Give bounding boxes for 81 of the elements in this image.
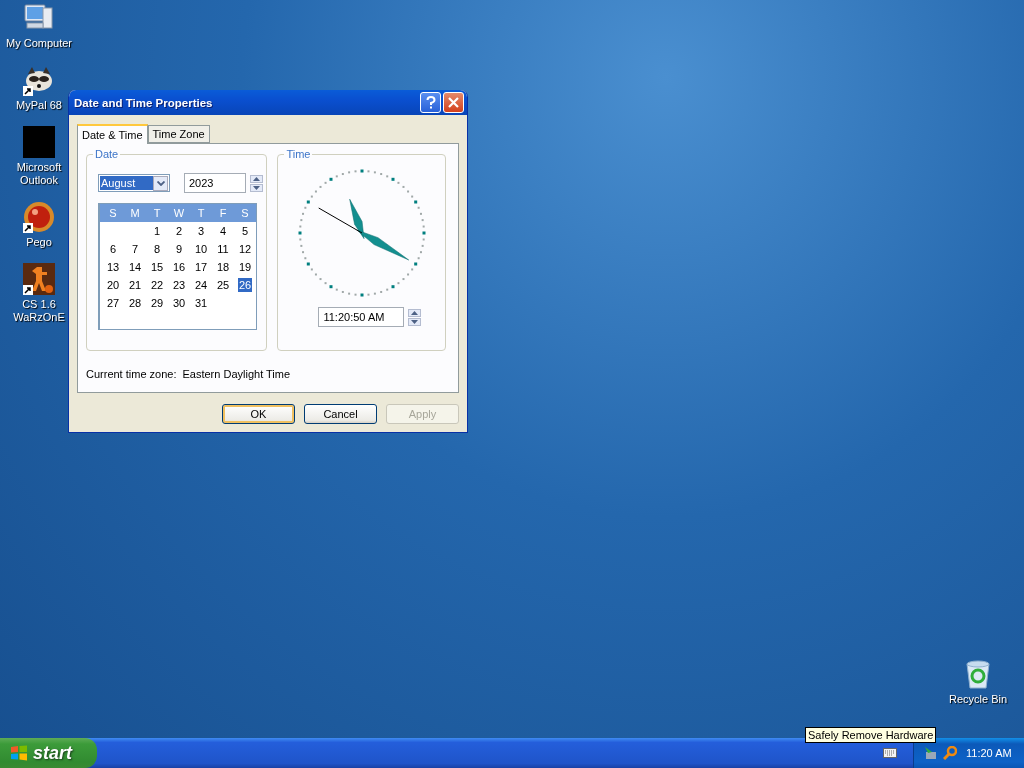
soldier-icon	[23, 263, 55, 295]
calendar-day[interactable]: 19	[237, 260, 253, 274]
month-dropdown[interactable]: August	[98, 174, 170, 192]
ball-icon	[23, 201, 55, 233]
weekday-label: F	[218, 207, 228, 219]
calendar-day[interactable]: 16	[171, 260, 187, 274]
calendar-day[interactable]: 4	[218, 224, 228, 238]
close-button[interactable]	[443, 92, 464, 113]
tooltip: Safely Remove Hardware	[805, 727, 937, 743]
timezone-label: Current time zone:	[86, 368, 177, 380]
down-arrow-icon	[253, 185, 260, 190]
spin-up-button[interactable]	[408, 308, 422, 317]
calendar-day[interactable]: 7	[130, 242, 140, 256]
up-arrow-icon	[253, 176, 260, 181]
help-icon	[425, 96, 436, 109]
calendar-day[interactable]: 25	[215, 278, 231, 292]
calendar-day[interactable]: 14	[127, 260, 143, 274]
calendar-day[interactable]: 28	[127, 296, 143, 310]
calendar-day[interactable]: 31	[193, 296, 209, 310]
tab[interactable]: Date & Time	[77, 124, 148, 144]
year-field[interactable]: 2023	[184, 173, 246, 193]
desktop-icon-label[interactable]: My Computer	[6, 37, 72, 50]
calendar-day[interactable]: 2	[174, 224, 184, 238]
weekday-label: T	[152, 207, 162, 219]
windows-flag-icon	[10, 745, 28, 761]
spin-up-button[interactable]	[250, 174, 263, 183]
time-field[interactable]: 11:20:50 AM	[318, 307, 405, 327]
start-button[interactable]: start	[0, 738, 97, 768]
weekday-label: T	[196, 207, 206, 219]
calendar-day[interactable]: 27	[105, 296, 121, 310]
hardware-icon[interactable]	[924, 746, 938, 760]
window-title: Date and Time Properties	[74, 96, 214, 109]
spin-down-button[interactable]	[408, 317, 422, 326]
calendar-day[interactable]: 12	[237, 242, 253, 256]
dialog-button[interactable]: Cancel	[304, 404, 377, 424]
calendar-day[interactable]: 9	[174, 242, 184, 256]
desktop-icon-label[interactable]: Recycle Bin	[948, 693, 1008, 706]
calendar-day[interactable]: 13	[105, 260, 121, 274]
calendar-day[interactable]: 10	[193, 242, 209, 256]
help-button[interactable]	[420, 92, 441, 113]
calendar-day[interactable]: 22	[149, 278, 165, 292]
shortcut-arrow-icon	[23, 285, 33, 295]
calendar-day[interactable]: 17	[193, 260, 209, 274]
calendar-day[interactable]: 18	[215, 260, 231, 274]
up-arrow-icon	[411, 310, 419, 315]
calendar-day[interactable]: 21	[127, 278, 143, 292]
app-icon	[23, 126, 55, 158]
weekday-label: W	[172, 207, 186, 219]
calendar-day[interactable]: 23	[171, 278, 187, 292]
close-icon	[448, 97, 459, 108]
calendar-day[interactable]: 5	[240, 224, 250, 238]
calendar-day[interactable]: 15	[149, 260, 165, 274]
chevron-down-icon	[156, 180, 165, 186]
timezone-value: Eastern Daylight Time	[182, 368, 291, 380]
calendar-day[interactable]: 24	[193, 278, 209, 292]
calendar-day[interactable]: 1	[152, 224, 162, 238]
calendar-day[interactable]: 3	[196, 224, 206, 238]
weekday-label: S	[240, 207, 250, 219]
spin-down-button[interactable]	[250, 183, 263, 192]
calendar-day[interactable]: 29	[149, 296, 165, 310]
calendar-day[interactable]: 11	[216, 242, 230, 256]
calendar-day[interactable]: 30	[171, 296, 187, 310]
desktop-icon-label[interactable]: MyPal 68	[16, 99, 62, 112]
shortcut-arrow-icon	[23, 223, 33, 233]
down-arrow-icon	[411, 319, 419, 324]
group-label: Date	[93, 148, 121, 160]
calendar-day[interactable]: 20	[105, 278, 121, 292]
taskbar-clock[interactable]: 11:20 AM	[966, 747, 1012, 759]
shortcut-arrow-icon	[23, 86, 33, 96]
group-label: Time	[284, 148, 313, 160]
tab[interactable]: Time Zone	[147, 125, 210, 143]
weekday-label: S	[108, 207, 118, 219]
dropdown-button[interactable]	[153, 175, 168, 191]
weekday-label: M	[129, 207, 141, 219]
calendar-day[interactable]: 26	[237, 278, 253, 292]
calendar-day[interactable]: 6	[108, 242, 118, 256]
calendar-day[interactable]: 8	[152, 242, 162, 256]
keyboard-icon[interactable]	[883, 748, 897, 758]
desktop-icon-label[interactable]: Pego	[26, 236, 52, 249]
magnifier-icon[interactable]	[943, 746, 957, 760]
dialog-button[interactable]: OK	[222, 404, 295, 424]
